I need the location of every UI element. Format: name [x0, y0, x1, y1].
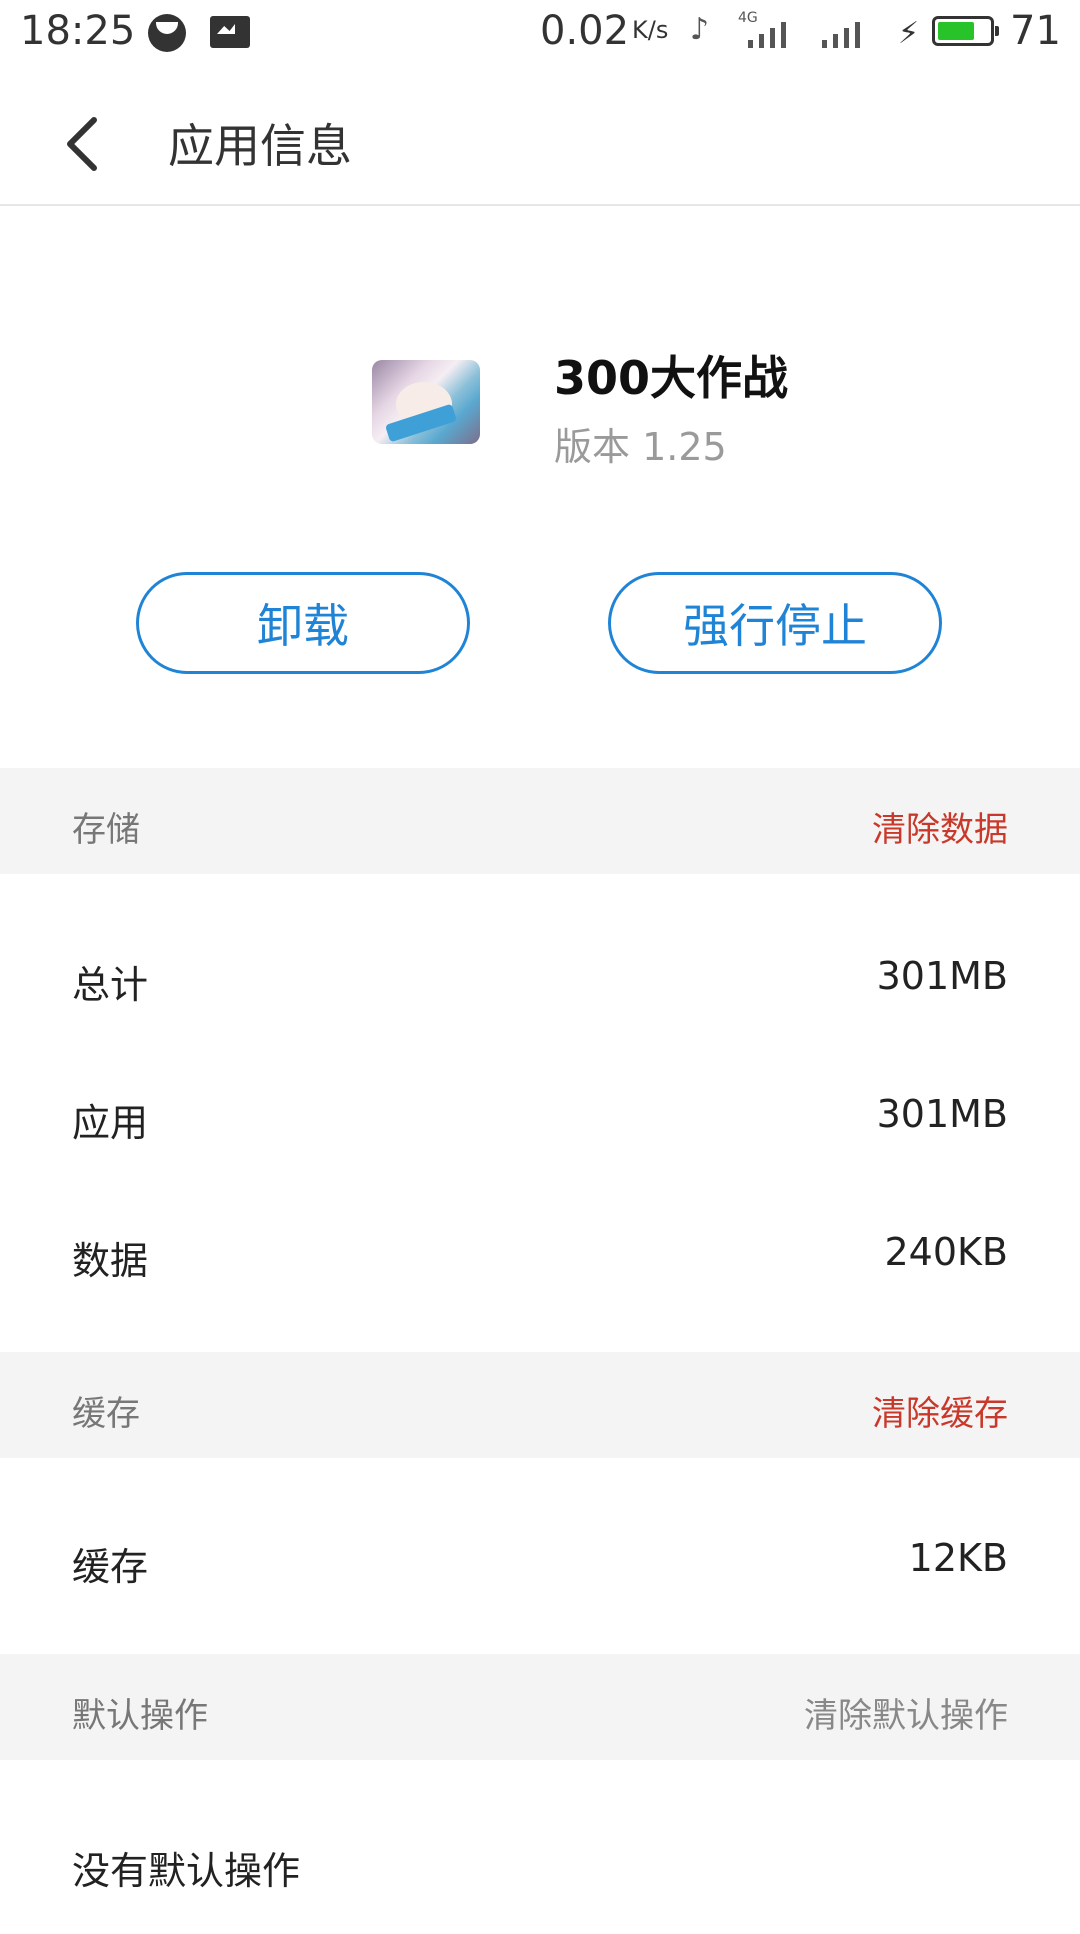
music-off-icon: ♪	[690, 12, 710, 47]
row-value: 301MB	[876, 954, 1008, 998]
status-time: 18:25	[20, 8, 136, 54]
storage-row-app: 应用 301MB	[0, 1048, 1080, 1186]
storage-section-header: 存储 清除数据	[0, 768, 1080, 874]
defaults-header-label: 默认操作	[72, 1696, 208, 1736]
row-label: 数据	[72, 1239, 149, 1283]
force-stop-button[interactable]: 强行停止	[608, 572, 942, 674]
face-icon	[148, 14, 186, 52]
app-name: 300大作战	[554, 351, 789, 405]
clear-cache-button[interactable]: 清除缓存	[872, 1386, 1008, 1435]
signal-icon	[822, 18, 874, 48]
row-label: 应用	[72, 1101, 149, 1145]
cache-row: 缓存 12KB	[0, 1492, 1080, 1630]
storage-header-label: 存储	[72, 810, 140, 850]
clear-data-button[interactable]: 清除数据	[872, 802, 1008, 851]
row-label: 缓存	[72, 1545, 149, 1589]
row-value: 301MB	[876, 1092, 1008, 1136]
battery-fill	[938, 22, 974, 40]
row-value: 240KB	[884, 1230, 1008, 1274]
signal-icon	[748, 18, 800, 48]
image-notification-icon	[210, 16, 250, 48]
row-label: 总计	[72, 963, 149, 1007]
storage-row-data: 数据 240KB	[0, 1186, 1080, 1324]
net-speed: 0.02	[540, 8, 630, 54]
status-bar: 18:25 0.02 K/s ♪ 4G ⚡ 71	[0, 0, 1080, 66]
battery-icon	[932, 16, 999, 46]
clear-defaults-button[interactable]: 清除默认操作	[804, 1688, 1008, 1737]
storage-row-total: 总计 301MB	[0, 910, 1080, 1048]
defaults-row: 没有默认操作	[0, 1796, 1080, 1934]
cache-header-label: 缓存	[72, 1394, 140, 1434]
net-speed-unit: K/s	[632, 16, 669, 44]
battery-level: 71	[1010, 8, 1061, 54]
defaults-section-header: 默认操作 清除默认操作	[0, 1654, 1080, 1760]
chevron-left-icon[interactable]	[62, 116, 102, 172]
app-bar: 应用信息	[0, 66, 1080, 206]
app-version: 版本 1.25	[554, 425, 727, 469]
app-icon	[372, 360, 480, 444]
row-label: 没有默认操作	[72, 1849, 301, 1893]
uninstall-button[interactable]: 卸载	[136, 572, 470, 674]
row-value: 12KB	[908, 1536, 1008, 1580]
page-title: 应用信息	[168, 119, 352, 173]
cache-section-header: 缓存 清除缓存	[0, 1352, 1080, 1458]
charging-icon: ⚡	[898, 16, 920, 51]
